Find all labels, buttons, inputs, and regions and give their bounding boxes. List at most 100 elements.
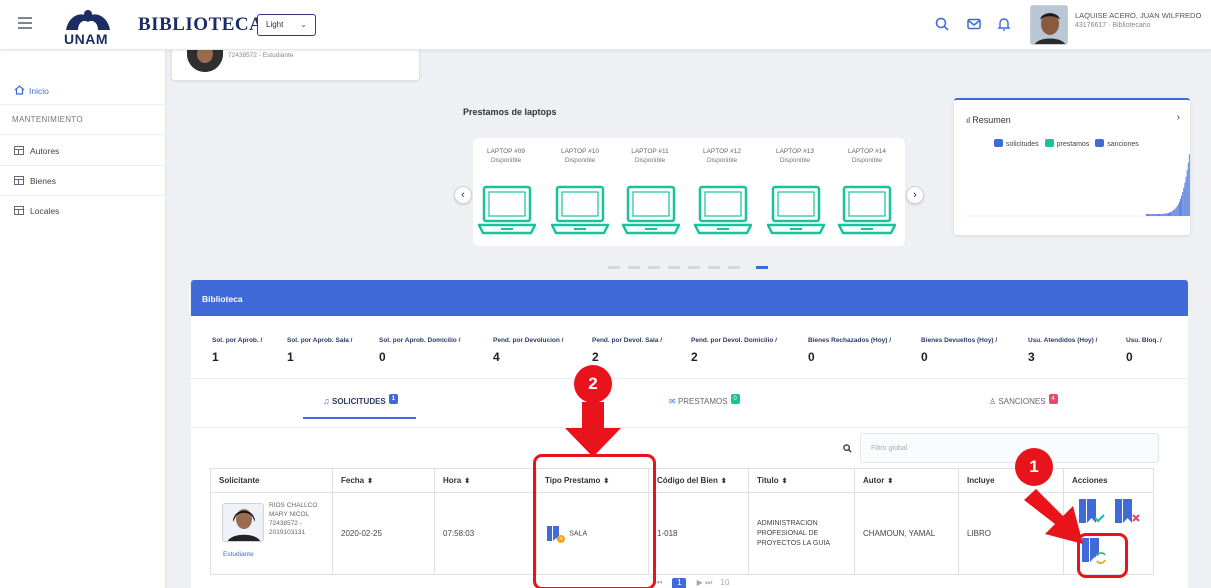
laptop-status: Disponible: [564, 157, 596, 164]
user-name: LAQUISE ACERO, JUAN WILFREDO: [1075, 11, 1202, 20]
carousel-next-button[interactable]: ›: [906, 186, 924, 204]
laptop-card[interactable]: LAPTOP #14 Disponible: [837, 148, 897, 164]
resumen-bar: [1147, 214, 1148, 216]
cell-autor: CHAMOUN, YAMAL: [854, 492, 959, 575]
reject-book-icon[interactable]: [1112, 497, 1142, 527]
column-header[interactable]: Solicitante: [210, 468, 333, 493]
carousel-dot[interactable]: [648, 266, 660, 269]
cell-hora: 07:58:03: [434, 492, 537, 575]
laptop-status: Disponible: [851, 157, 883, 164]
user-avatar[interactable]: [1030, 5, 1068, 45]
sidebar-item-label: Inicio: [29, 86, 49, 96]
resumen-bar: [1181, 195, 1182, 216]
resumen-bar: [1165, 213, 1167, 216]
bell-icon[interactable]: [996, 16, 1012, 32]
resumen-bar: [1185, 176, 1187, 216]
column-header[interactable]: Fecha ⬍: [332, 468, 435, 493]
cell-codigo: 1-018: [648, 492, 749, 575]
tab-solicitudes[interactable]: ♫ SOLICITUDES 1: [323, 394, 398, 406]
resumen-title: ıl Resumen: [966, 115, 1011, 125]
sidebar-item-inicio[interactable]: Inicio: [0, 75, 166, 105]
menu-icon[interactable]: [18, 17, 32, 29]
legend-label[interactable]: sanciones: [1107, 141, 1139, 148]
carousel-dot[interactable]: [668, 266, 680, 269]
laptop-card[interactable]: LAPTOP #13 Disponible: [765, 148, 825, 164]
resumen-bar: [1168, 212, 1169, 216]
column-header[interactable]: Código del Bien ⬍: [648, 468, 749, 493]
stat-label: Usu. Atendidos (Hoy) /: [1028, 337, 1098, 344]
carousel-prev-button[interactable]: ‹: [454, 186, 472, 204]
sidebar-item-autores[interactable]: Autores: [0, 136, 166, 166]
biblioteca-header: Biblioteca: [191, 280, 1188, 316]
carousel-dot[interactable]: [628, 266, 640, 269]
tab-prestamos[interactable]: ✉ PRESTAMOS 0: [669, 394, 740, 406]
resumen-bar: [1179, 201, 1180, 216]
tab-sanciones[interactable]: ♙ SANCIONES 4: [989, 394, 1058, 406]
legend-label[interactable]: prestamos: [1057, 141, 1090, 148]
stat-item: Pend. por Devol. Domicilio / 2: [691, 337, 777, 364]
column-header[interactable]: Titulo ⬍: [748, 468, 855, 493]
tab-label: SOLICITUDES: [331, 397, 386, 406]
stat-label: Pend. por Devol. Domicilio /: [691, 337, 777, 344]
mail-icon[interactable]: [966, 16, 982, 32]
first-page-button[interactable]: ⏮: [655, 578, 662, 587]
carousel-dot[interactable]: [728, 266, 740, 269]
sidebar-item-locales[interactable]: Locales: [0, 196, 166, 226]
theme-select[interactable]: Light ⌄: [257, 14, 316, 36]
resumen-bar: [1159, 213, 1160, 216]
stat-label: Bienes Devueltos (Hoy) /: [921, 337, 998, 344]
stat-label: Sol. por Aprob. /: [212, 337, 263, 344]
step-1-marker: 1: [1015, 448, 1053, 486]
theme-select-value: Light: [266, 20, 284, 29]
laptop-icon: [838, 185, 896, 235]
rows-per-page-select[interactable]: 10: [721, 578, 730, 587]
legend-label[interactable]: solicitudes: [1006, 141, 1039, 148]
resumen-bar: [1183, 187, 1185, 216]
resumen-expand-button[interactable]: ›: [1177, 112, 1180, 123]
resumen-bar: [1157, 214, 1158, 216]
global-filter-input[interactable]: Filtro global: [860, 433, 1159, 463]
resumen-bar: [1172, 210, 1174, 216]
arrow-diagonal-icon: [1024, 489, 1083, 544]
laptop-card[interactable]: LAPTOP #11 Disponible: [620, 148, 680, 164]
resumen-bar: [1175, 207, 1177, 216]
laptop-name: LAPTOP #13: [775, 148, 815, 155]
sidebar-item-bienes[interactable]: Bienes: [0, 166, 166, 196]
stat-item: Sol. por Aprob. Sala / 1: [287, 337, 353, 364]
sidebar-item-label: Bienes: [30, 176, 56, 186]
laptop-card[interactable]: LAPTOP #10 Disponible: [550, 148, 610, 164]
search-icon[interactable]: [934, 16, 950, 32]
resumen-bar: [1154, 214, 1156, 216]
stat-label: Bienes Rechazados (Hoy) /: [808, 337, 892, 344]
sort-icon: ⬍: [781, 478, 788, 485]
carousel-dot[interactable]: [688, 266, 700, 269]
stat-label: Pend. por Devolucion /: [493, 337, 564, 344]
laptop-card[interactable]: LAPTOP #09 Disponible: [476, 148, 536, 164]
column-header[interactable]: Autor ⬍: [854, 468, 959, 493]
carousel-dot[interactable]: [708, 266, 720, 269]
page-1-button[interactable]: 1: [672, 578, 687, 588]
resumen-bar: [1152, 214, 1154, 216]
carousel-dot[interactable]: [608, 266, 620, 269]
sidebar-item-label: Autores: [30, 146, 60, 156]
profile-avatar: [187, 50, 223, 72]
stat-value: 1: [212, 350, 219, 364]
stat-value: 3: [1028, 350, 1035, 364]
laptop-card[interactable]: LAPTOP #12 Disponible: [692, 148, 752, 164]
laptop-icon: [551, 185, 609, 235]
stat-item: Pend. por Devol. Sala / 2: [592, 337, 662, 364]
resumen-bar: [1170, 212, 1171, 216]
sort-icon: ⬍: [464, 478, 471, 485]
next-page-button[interactable]: ▶: [697, 578, 703, 587]
resumen-bar: [1158, 214, 1159, 216]
sidebar-section-heading: MANTENIMIENTO: [0, 105, 166, 135]
resumen-bar: [1174, 208, 1176, 216]
last-page-button[interactable]: ⏭: [705, 578, 712, 587]
solicitante-photo: [222, 502, 264, 542]
carousel-dot-active[interactable]: [756, 266, 768, 269]
profile-subtitle: 72438572 - Estudiante: [228, 52, 294, 59]
laptop-status: Disponible: [634, 157, 666, 164]
stat-value: 0: [379, 350, 386, 364]
resumen-bar: [1169, 212, 1170, 216]
column-header[interactable]: Hora ⬍: [434, 468, 537, 493]
